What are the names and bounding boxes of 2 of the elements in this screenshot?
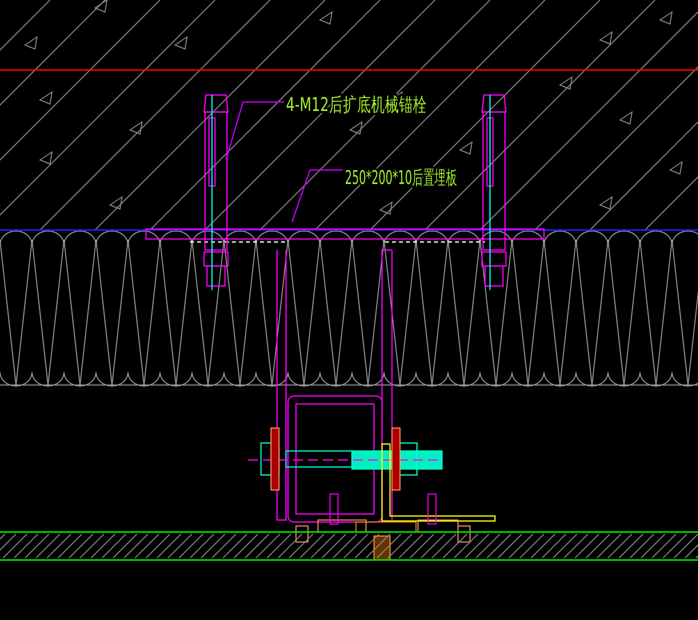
leader-line	[225, 101, 284, 160]
leader-line	[291, 169, 343, 222]
